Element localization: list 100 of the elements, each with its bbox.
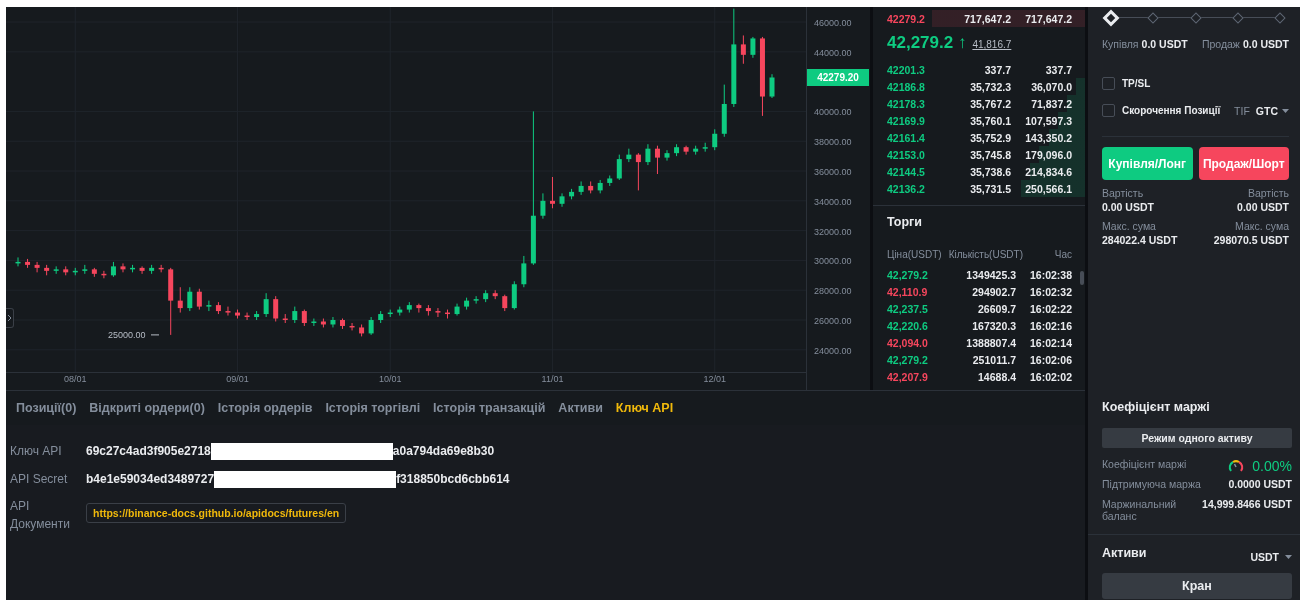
candlestick (34, 261, 40, 273)
tif-select[interactable]: GTC (1255, 104, 1289, 117)
time-cell-text: 16:02:32 (1028, 285, 1072, 298)
axis-label: 09/01 (226, 374, 249, 384)
key-value: f318850bcd6cbb614 (396, 472, 510, 486)
amount-cell-text: 35,767.2 (969, 97, 1011, 110)
stat-label: Макс. сума (1102, 220, 1157, 232)
field-label: TIF (1234, 104, 1250, 117)
candlestick (712, 128, 718, 151)
total-cell-text: 143,350.2 (1024, 131, 1072, 144)
checkbox[interactable] (1102, 77, 1115, 90)
stat-label: Вартість (1247, 187, 1289, 199)
field-label: Коефіцієнт маржі (1102, 458, 1188, 470)
field-label: Купівля (1102, 38, 1139, 50)
key-value: 69c27c4ad3f905e2718 (86, 444, 211, 458)
price-marker: 25000.00 (108, 329, 146, 340)
stat-value: 298070.5 USDT (1213, 234, 1289, 246)
amount-cell-text: 35,760.1 (969, 114, 1011, 127)
candlestick (769, 73, 775, 99)
mark-price[interactable]: 41,816.7 (972, 39, 1012, 50)
axis-label: 11/01 (541, 374, 564, 384)
axis-label: 40000.00 (814, 107, 852, 118)
ratio-value: 0.00% (1252, 458, 1292, 474)
section-title: Торги (886, 214, 923, 231)
key-value: a0a794da69e8b30 (392, 444, 495, 458)
sell-button[interactable]: Продаж/Шорт (1198, 147, 1289, 180)
price-cell-text: 42178.3 (887, 97, 926, 110)
axis-label: 32000.00 (814, 226, 852, 237)
candlestick (177, 286, 183, 314)
candlestick (263, 292, 269, 318)
amount-cell-text: 35,731.5 (969, 182, 1011, 195)
candlestick (206, 300, 212, 312)
caret-icon (1285, 555, 1292, 559)
amount-cell-text: 14688.4 (977, 370, 1016, 383)
scrollbar-thumb[interactable] (1080, 271, 1084, 285)
price-cell-text: 42136.2 (887, 182, 926, 195)
tab[interactable]: Історія транзакцій (433, 401, 546, 415)
docs-link[interactable]: https://binance-docs.github.io/apidocs/futures/en (86, 503, 347, 523)
candlestick (740, 34, 746, 65)
candlestick (120, 262, 126, 273)
candlestick (654, 145, 660, 175)
mode-button[interactable]: Режим одного активу (1102, 428, 1292, 448)
column-header: Кількість(USDT) (947, 248, 1023, 260)
asset-select[interactable]: USDT (1250, 551, 1292, 563)
gauge-icon (1228, 459, 1245, 473)
amount-value: 0.0 USDT (1242, 38, 1289, 50)
amount-cell-text: 26609.7 (977, 302, 1016, 315)
total-cell-text: 337.7 (1044, 63, 1072, 76)
step-marker (1274, 12, 1286, 24)
candlestick (225, 306, 231, 317)
amount-cell-text: 337.7 (983, 63, 1011, 76)
field-label: Маржинальний баланс (1102, 498, 1178, 522)
amount-cell-text: 251011.7 (971, 353, 1016, 366)
time-cell-text: 16:02:14 (1028, 336, 1072, 349)
chevron-icon[interactable] (7, 314, 13, 322)
price-cell-text: 42161.4 (887, 131, 926, 144)
total-cell-text: 214,834.6 (1024, 165, 1072, 178)
candlestick (473, 295, 479, 305)
axis-label: 24000.00 (814, 345, 852, 356)
tab[interactable]: Ключ API (615, 401, 674, 415)
stat-label: Вартість (1102, 187, 1145, 199)
candlestick (330, 316, 336, 328)
price-tag: 42279.20 (807, 69, 869, 86)
total-cell-text: 717,647.2 (1024, 12, 1072, 25)
tab[interactable]: Історія торгівлі (325, 401, 421, 415)
candlestick (578, 180, 584, 196)
candlestick (635, 152, 641, 191)
price-cell-text: 42,207.9 (887, 370, 929, 383)
stat-value: 0.00 USDT (1102, 201, 1154, 213)
amount-cell-text: 1388807.4 (965, 336, 1016, 349)
price-cell-text: 42,220.6 (887, 319, 929, 332)
total-cell-text: 179,096.0 (1024, 148, 1072, 161)
panel-toggle[interactable] (6, 308, 14, 328)
axis-label: 10/01 (378, 374, 402, 384)
candlestick (750, 36, 756, 59)
price-cell-text: 42,110.9 (887, 285, 929, 298)
candlestick (559, 192, 565, 208)
price-cell-text: 42279.2 (887, 12, 926, 25)
section-title: Активи (1102, 546, 1147, 562)
tab[interactable]: Позиції(0) (16, 401, 77, 415)
faucet-button[interactable]: Кран (1102, 573, 1292, 599)
candlestick (664, 149, 670, 162)
amount-value: 0.0 USDT (1141, 38, 1188, 50)
step-marker (1232, 12, 1244, 24)
tab[interactable]: Відкриті ордери(0) (89, 401, 205, 415)
checkbox-label: TP/SL (1122, 78, 1152, 89)
tab[interactable]: Активи (558, 401, 603, 415)
tab[interactable]: Історія ордерів (217, 401, 313, 415)
price-cell-text: 42,094.0 (887, 336, 929, 349)
checkbox[interactable] (1102, 104, 1115, 117)
candlestick (196, 288, 202, 311)
price-cell-text: 42186.8 (887, 80, 926, 93)
stat-value: 284022.4 USDT (1102, 234, 1178, 246)
axis-label: 30000.00 (814, 256, 852, 267)
axis-label: 44000.00 (814, 47, 852, 58)
amount-cell-text: 1349425.3 (965, 268, 1016, 281)
leader-line (150, 334, 160, 336)
total-cell-text: 71,837.2 (1030, 97, 1072, 110)
step-marker (1147, 12, 1159, 24)
field-label: Підтримуюча маржа (1102, 478, 1202, 490)
